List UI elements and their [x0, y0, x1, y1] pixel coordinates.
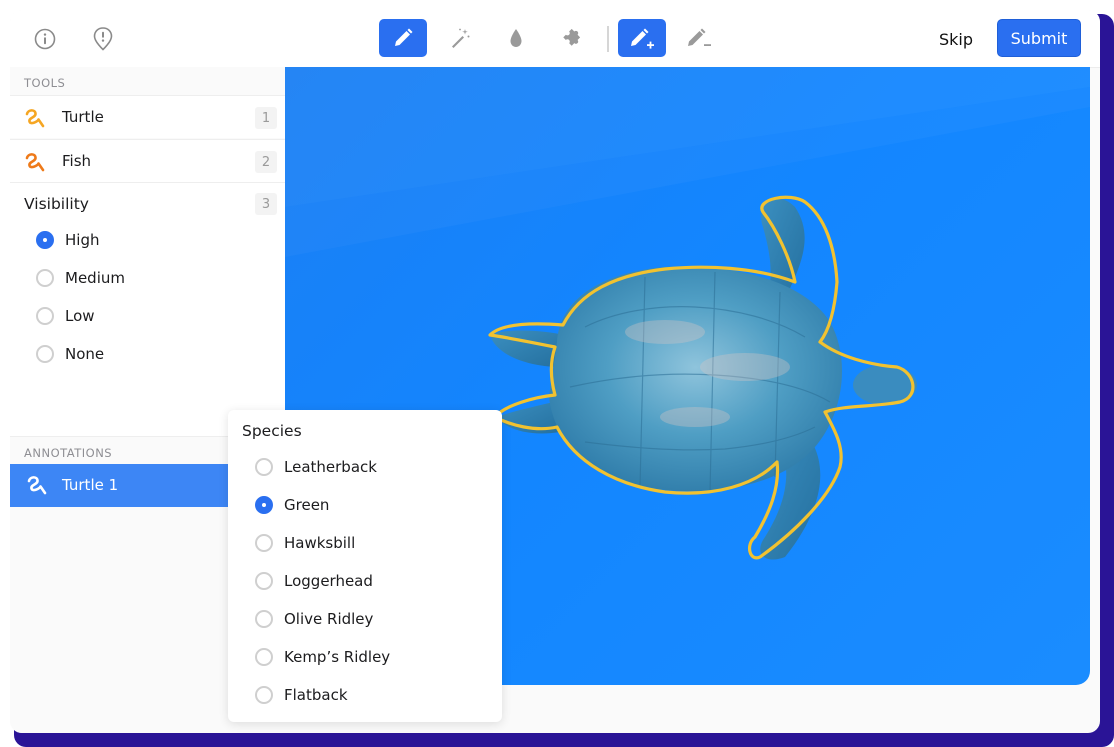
- location-alert-icon[interactable]: [90, 26, 116, 52]
- visibility-option-none[interactable]: None: [36, 342, 104, 366]
- radio-label: Hawksbill: [284, 534, 356, 552]
- submit-button[interactable]: Submit: [997, 19, 1081, 57]
- radio-button[interactable]: [255, 496, 273, 514]
- radio-button[interactable]: [255, 648, 273, 666]
- visibility-option-medium[interactable]: Medium: [36, 266, 125, 290]
- puzzle-icon: [563, 28, 581, 46]
- remove-points-tool-button[interactable]: [675, 19, 723, 57]
- species-title: Species: [242, 422, 302, 440]
- radio-button[interactable]: [255, 572, 273, 590]
- polyline-icon: [24, 151, 46, 173]
- species-option-leatherback[interactable]: Leatherback: [255, 455, 377, 479]
- fill-tool-button[interactable]: [492, 19, 540, 57]
- magic-wand-tool-button[interactable]: [436, 19, 484, 57]
- radio-label: Loggerhead: [284, 572, 373, 590]
- skip-button[interactable]: Skip: [928, 24, 984, 54]
- annotations-section-header: ANNOTATIONS: [24, 446, 113, 460]
- species-option-green[interactable]: Green: [255, 493, 329, 517]
- species-option-hawksbill[interactable]: Hawksbill: [255, 531, 355, 555]
- radio-label: Medium: [65, 269, 125, 287]
- segment-tool-button[interactable]: [549, 19, 597, 57]
- water-drop-icon: [510, 29, 522, 47]
- toolbar-divider: [607, 26, 609, 52]
- tools-section-header: TOOLS: [24, 76, 66, 90]
- hotkey-badge: 2: [255, 151, 277, 173]
- add-points-tool-button[interactable]: [618, 19, 666, 57]
- top-toolbar: Skip Submit: [10, 10, 1100, 68]
- radio-button[interactable]: [255, 458, 273, 476]
- radio-label: Flatback: [284, 686, 348, 704]
- polyline-icon: [26, 474, 48, 496]
- species-attribute-popup: Species Leatherback Green Hawksbill Logg…: [228, 410, 502, 722]
- labeling-app-window: Skip Submit TOOLS Turtle 1 Fish 2 Visibi…: [10, 10, 1100, 733]
- radio-label: None: [65, 345, 105, 363]
- tool-item-turtle[interactable]: Turtle 1: [10, 95, 285, 138]
- tool-label: Turtle: [62, 108, 104, 126]
- visibility-attribute: Visibility 3 High Medium Low None: [10, 182, 285, 437]
- species-option-olive-ridley[interactable]: Olive Ridley: [255, 607, 373, 631]
- radio-button[interactable]: [36, 269, 54, 287]
- info-icon[interactable]: [32, 26, 58, 52]
- magic-wand-icon: [452, 28, 470, 48]
- radio-label: Low: [65, 307, 95, 325]
- species-option-loggerhead[interactable]: Loggerhead: [255, 569, 373, 593]
- annotation-label: Turtle 1: [62, 476, 119, 494]
- visibility-option-high[interactable]: High: [36, 228, 99, 252]
- polygon-pen-tool-button[interactable]: [379, 19, 427, 57]
- radio-label: Kemp’s Ridley: [284, 648, 391, 666]
- tool-label: Fish: [62, 152, 92, 170]
- radio-button[interactable]: [36, 345, 54, 363]
- radio-label: Green: [284, 496, 330, 514]
- radio-button[interactable]: [255, 610, 273, 628]
- species-option-flatback[interactable]: Flatback: [255, 683, 348, 707]
- visibility-title: Visibility: [24, 195, 89, 213]
- radio-button[interactable]: [36, 307, 54, 325]
- radio-label: Leatherback: [284, 458, 377, 476]
- radio-button[interactable]: [255, 686, 273, 704]
- pen-plus-icon: [631, 28, 654, 49]
- species-option-kemps-ridley[interactable]: Kemp’s Ridley: [255, 645, 390, 669]
- visibility-option-low[interactable]: Low: [36, 304, 95, 328]
- radio-label: Olive Ridley: [284, 610, 374, 628]
- hotkey-badge: 1: [255, 107, 277, 129]
- radio-button[interactable]: [36, 231, 54, 249]
- radio-label: High: [65, 231, 100, 249]
- tool-item-fish[interactable]: Fish 2: [10, 139, 285, 182]
- radio-button[interactable]: [255, 534, 273, 552]
- polyline-icon: [24, 107, 46, 129]
- hotkey-badge: 3: [255, 193, 277, 215]
- pen-minus-icon: [688, 28, 711, 46]
- pen-icon: [395, 28, 413, 46]
